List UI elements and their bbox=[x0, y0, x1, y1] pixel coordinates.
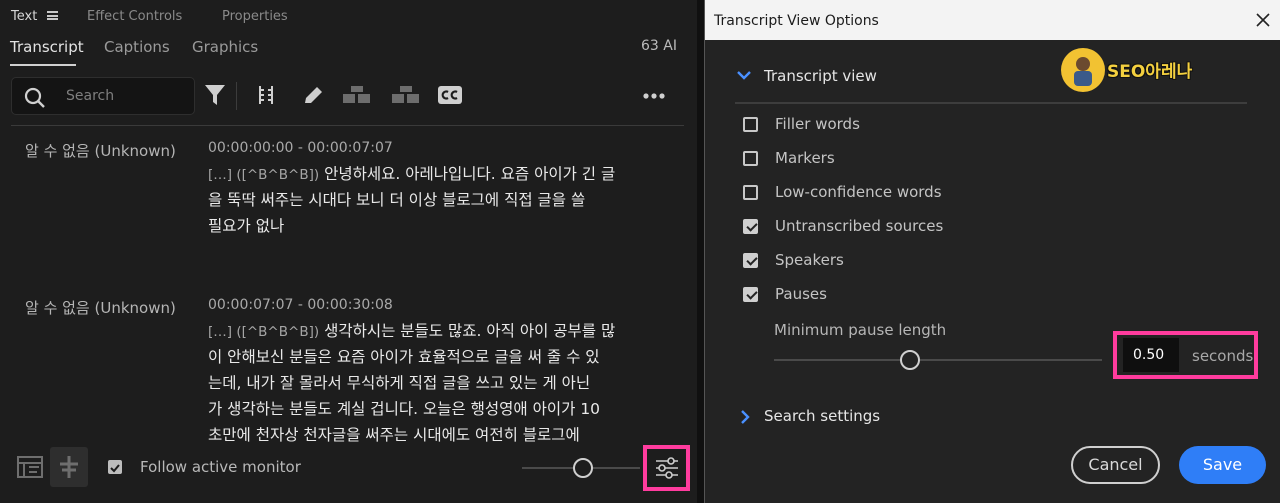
split-clips-icon[interactable] bbox=[391, 84, 421, 106]
option-label: Pauses bbox=[775, 285, 827, 303]
section-divider bbox=[735, 102, 1247, 104]
search-icon bbox=[24, 87, 45, 108]
pause-slider-handle[interactable] bbox=[900, 350, 920, 370]
search-placeholder: Search bbox=[66, 88, 115, 104]
zoom-slider-handle[interactable] bbox=[573, 458, 593, 478]
person-icon bbox=[1074, 57, 1092, 86]
split-icon[interactable] bbox=[257, 84, 275, 106]
cancel-button[interactable]: Cancel bbox=[1071, 446, 1160, 484]
transcript-line[interactable]: 이 안해보신 분들은 요즘 아이가 효율적으로 글을 써 줄 수 있 bbox=[208, 345, 600, 367]
panel-tab-bar: Text Effect Controls Properties bbox=[0, 0, 697, 32]
merge-clips-icon[interactable] bbox=[342, 84, 372, 106]
option-label: Markers bbox=[775, 149, 835, 167]
transcript-text: 생각하시는 분들도 많죠. 아직 아이 공부를 많 bbox=[324, 322, 616, 340]
panel-tab-effect-controls[interactable]: Effect Controls bbox=[87, 9, 182, 24]
checkbox[interactable] bbox=[743, 253, 758, 268]
transcript-line[interactable]: 는데, 내가 잘 몰라서 무식하게 직접 글을 쓰고 있는 게 아닌 bbox=[208, 371, 590, 393]
follow-monitor-label: Follow active monitor bbox=[140, 458, 301, 476]
chevron-right-icon[interactable] bbox=[739, 409, 751, 425]
transcript-view-options-dialog: Transcript View Options Transcript view … bbox=[704, 0, 1280, 503]
active-tab-indicator bbox=[10, 64, 76, 66]
timeline-icon bbox=[60, 456, 78, 478]
checkbox[interactable] bbox=[743, 151, 758, 166]
highlight-box bbox=[643, 445, 690, 491]
transcript-text: 안녕하세요. 아레나입니다. 요즘 아이가 긴 글 bbox=[324, 165, 616, 183]
min-pause-input[interactable]: 0.50 bbox=[1123, 338, 1179, 372]
dialog-title: Transcript View Options bbox=[714, 13, 879, 29]
option-label: Untranscribed sources bbox=[775, 217, 944, 235]
segment-timecode: 00:00:00:00 - 00:00:07:07 bbox=[208, 140, 393, 156]
search-input[interactable]: Search bbox=[11, 77, 195, 115]
cc-icon[interactable] bbox=[438, 86, 462, 104]
close-icon[interactable] bbox=[1255, 12, 1271, 28]
watermark-logo: SEO아레나 bbox=[1061, 48, 1211, 92]
ai-count-label: 63 AI bbox=[641, 38, 677, 54]
tab-captions[interactable]: Captions bbox=[104, 38, 170, 56]
checkbox[interactable] bbox=[743, 117, 758, 132]
transcript-line[interactable]: […] ([^B^B^B]) 안녕하세요. 아레나입니다. 요즘 아이가 긴 글 bbox=[208, 162, 615, 184]
highlight-box: 0.50 seconds bbox=[1113, 331, 1258, 379]
tab-graphics[interactable]: Graphics bbox=[192, 38, 258, 56]
transcript-toolbar: Search bbox=[0, 76, 697, 116]
option-label: Filler words bbox=[775, 115, 860, 133]
transcript-line[interactable]: 초만에 천자상 천자글을 써주는 시대에도 여전히 블로그에 bbox=[208, 423, 580, 445]
section-search-settings[interactable]: Search settings bbox=[764, 407, 880, 425]
transcript-line[interactable]: […] ([^B^B^B]) 생각하시는 분들도 많죠. 아직 아이 공부를 많 bbox=[208, 319, 615, 341]
option-label: Speakers bbox=[775, 251, 844, 269]
dialog-titlebar: Transcript View Options bbox=[705, 0, 1280, 40]
save-button[interactable]: Save bbox=[1179, 446, 1266, 484]
pencil-icon[interactable] bbox=[302, 84, 326, 106]
add-to-timeline-button[interactable] bbox=[50, 447, 88, 487]
follow-monitor-checkbox[interactable] bbox=[108, 460, 122, 474]
untranscribed-tag: […] ([^B^B^B]) bbox=[208, 324, 320, 340]
speaker-label[interactable]: 알 수 없음 (Unknown) bbox=[25, 297, 176, 318]
checkbox[interactable] bbox=[743, 185, 758, 200]
checkbox[interactable] bbox=[743, 287, 758, 302]
panel-tab-properties[interactable]: Properties bbox=[222, 9, 288, 24]
settings-sliders-icon[interactable] bbox=[654, 455, 680, 481]
text-subtabs: Transcript Captions Graphics 63 AI bbox=[0, 34, 697, 66]
transcript-line[interactable]: 필요가 없나 bbox=[208, 214, 284, 236]
section-transcript-view[interactable]: Transcript view bbox=[764, 67, 877, 85]
checkbox[interactable] bbox=[743, 219, 758, 234]
untranscribed-tag: […] ([^B^B^B]) bbox=[208, 167, 320, 183]
segment-timecode: 00:00:07:07 - 00:00:30:08 bbox=[208, 297, 393, 313]
transcript-footer: Follow active monitor bbox=[0, 443, 697, 491]
tab-transcript[interactable]: Transcript bbox=[10, 38, 84, 56]
more-icon[interactable] bbox=[643, 93, 665, 99]
transcript-line[interactable]: 가 생각하는 분들도 계실 겁니다. 오늘은 행성영애 아이가 10 bbox=[208, 397, 600, 419]
pause-slider-track[interactable] bbox=[774, 359, 1102, 361]
min-pause-label: Minimum pause length bbox=[774, 321, 947, 339]
export-transcript-icon[interactable] bbox=[17, 455, 43, 479]
toolbar-divider bbox=[236, 82, 237, 110]
filter-icon[interactable] bbox=[204, 83, 226, 107]
avatar bbox=[1061, 48, 1105, 92]
option-label: Low-confidence words bbox=[775, 183, 942, 201]
min-pause-unit: seconds bbox=[1192, 347, 1254, 365]
panel-tab-text[interactable]: Text bbox=[11, 9, 37, 24]
transcript-panel: Text Effect Controls Properties Transcri… bbox=[0, 0, 697, 503]
chevron-down-icon[interactable] bbox=[736, 69, 752, 81]
speaker-label[interactable]: 알 수 없음 (Unknown) bbox=[25, 140, 176, 161]
watermark-text: SEO아레나 bbox=[1107, 62, 1193, 82]
panel-menu-icon[interactable] bbox=[47, 11, 58, 20]
check-icon bbox=[110, 464, 120, 473]
transcript-line[interactable]: 을 뚝딱 써주는 시대다 보니 더 이상 블로그에 직접 글을 쓸 bbox=[208, 188, 585, 210]
toolbar-separator bbox=[11, 125, 684, 126]
